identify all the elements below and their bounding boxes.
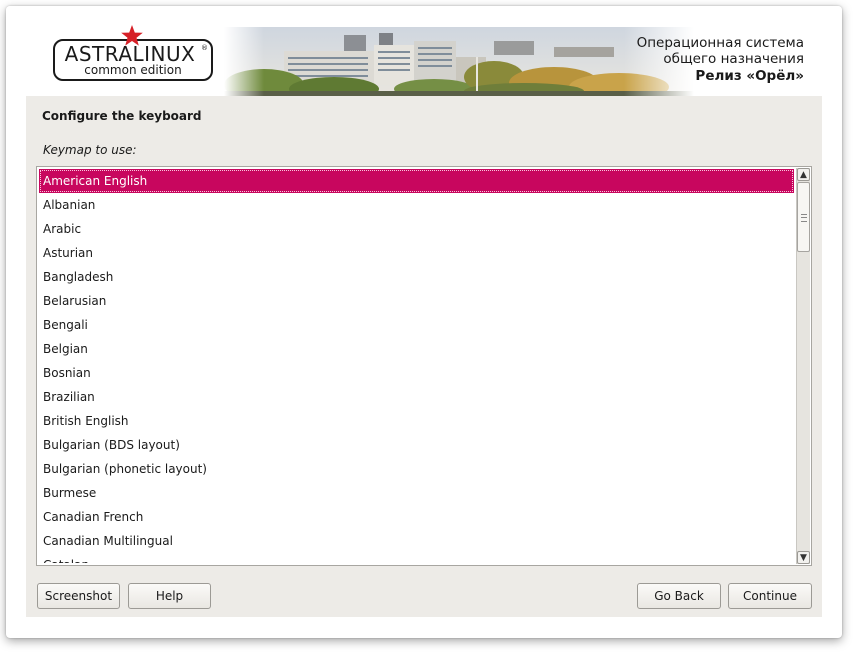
keymap-option[interactable]: Bengali xyxy=(39,313,794,337)
help-button[interactable]: Help xyxy=(128,583,211,609)
keymap-option[interactable]: American English xyxy=(39,169,794,193)
keymap-scrollbar[interactable]: ▲ ▼ xyxy=(796,168,810,564)
keymap-listbox[interactable]: American English Albanian Arabic Asturian Ba… xyxy=(36,166,812,566)
os-title-line-2: общего назначения xyxy=(663,51,804,67)
keymap-option[interactable]: Belarusian xyxy=(39,289,794,313)
logo-registered-mark: ® xyxy=(201,44,208,52)
go-back-button[interactable]: Go Back xyxy=(637,583,721,609)
keymap-label: Keymap to use: xyxy=(43,143,137,157)
keymap-option[interactable]: Belgian xyxy=(39,337,794,361)
installer-window: ASTRALINUX ® common edition Операционная… xyxy=(6,6,842,638)
keymap-option[interactable]: Asturian xyxy=(39,241,794,265)
scrollbar-thumb[interactable] xyxy=(797,182,810,252)
keymap-option[interactable]: Bulgarian (phonetic layout) xyxy=(39,457,794,481)
keymap-option[interactable]: Arabic xyxy=(39,217,794,241)
os-title-line-1: Операционная система xyxy=(636,35,804,51)
keymap-option[interactable]: British English xyxy=(39,409,794,433)
keymap-option[interactable]: Catalan xyxy=(39,553,794,563)
grip-icon xyxy=(801,214,807,222)
continue-button[interactable]: Continue xyxy=(728,583,812,609)
logo-edition: common edition xyxy=(84,63,182,77)
keymap-option[interactable]: Burmese xyxy=(39,481,794,505)
keymap-option[interactable]: Bosnian xyxy=(39,361,794,385)
os-release: Релиз «Орёл» xyxy=(695,68,804,84)
keymap-option[interactable]: Canadian Multilingual xyxy=(39,529,794,553)
keymap-option[interactable]: Bangladesh xyxy=(39,265,794,289)
keymap-option[interactable]: Bulgarian (BDS layout) xyxy=(39,433,794,457)
keymap-option[interactable]: Albanian xyxy=(39,193,794,217)
os-title: Операционная система общего назначения Р… xyxy=(637,35,804,84)
scroll-up-icon[interactable]: ▲ xyxy=(797,168,810,181)
keymap-option[interactable]: Canadian French xyxy=(39,505,794,529)
page-title: Configure the keyboard xyxy=(42,109,202,123)
keyboard-config-panel: Configure the keyboard Keymap to use: Am… xyxy=(26,96,822,617)
scroll-down-icon[interactable]: ▼ xyxy=(797,551,810,564)
installer-header: ASTRALINUX ® common edition Операционная… xyxy=(6,6,842,96)
screenshot-button[interactable]: Screenshot xyxy=(37,583,120,609)
keymap-list: American English Albanian Arabic Asturian Ba… xyxy=(39,169,794,563)
star-icon xyxy=(121,25,143,46)
keymap-option[interactable]: Brazilian xyxy=(39,385,794,409)
city-banner-image xyxy=(224,27,694,96)
